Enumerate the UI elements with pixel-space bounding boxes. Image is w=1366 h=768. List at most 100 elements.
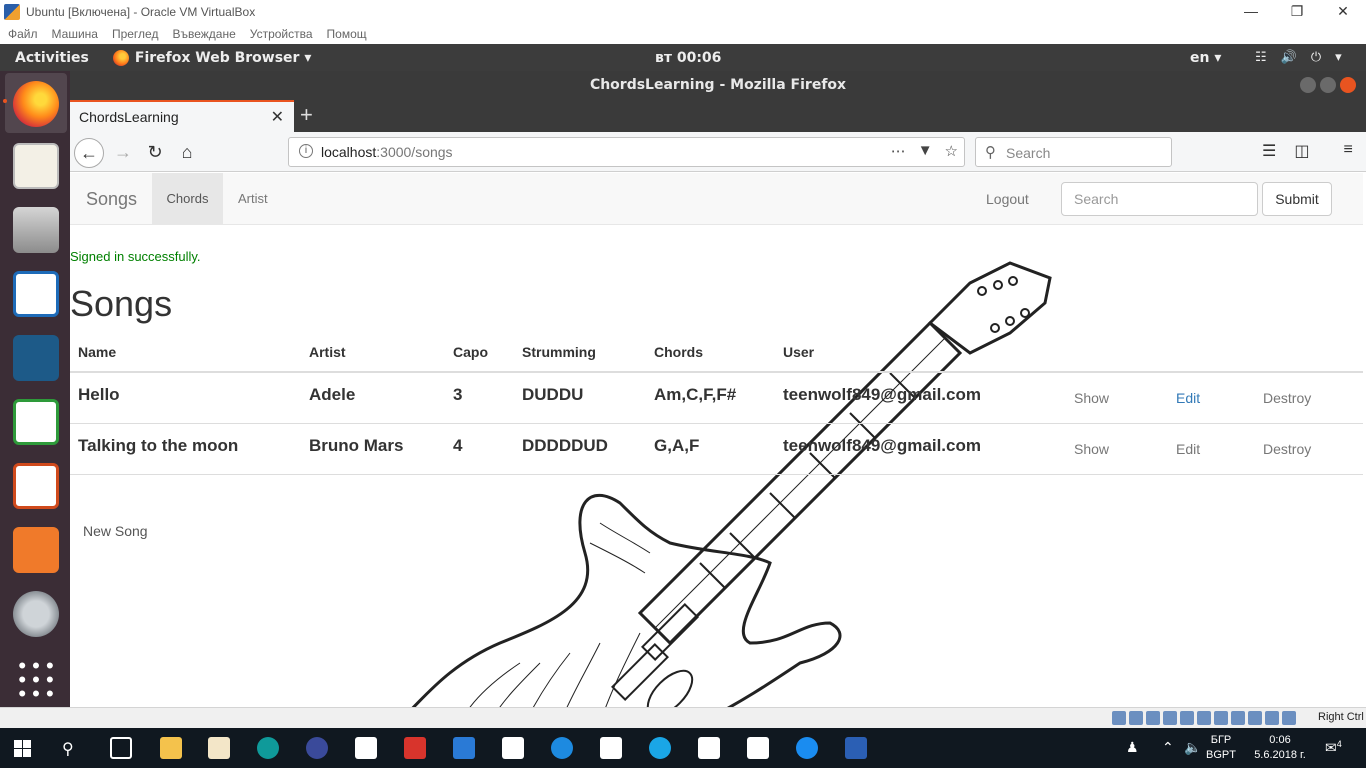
destroy-link[interactable]: Destroy [1263,390,1311,406]
forward-button[interactable]: → [108,138,138,168]
network-icon[interactable] [1163,711,1177,725]
file-manager-icon[interactable] [208,737,230,759]
menu-devices[interactable]: Устройства [250,27,313,41]
menu-view[interactable]: Преглед [112,27,159,41]
site-info-icon[interactable]: i [299,144,313,158]
url-path: :3000/songs [376,144,453,160]
app-grid-icon[interactable]: • • • • • • • • • [13,655,59,705]
usb-icon[interactable] [1180,711,1194,725]
reload-button[interactable]: ↻ [140,138,170,168]
bookmark-star-icon[interactable]: ☆ [945,142,958,160]
language-indicator[interactable]: БГР BGPT [1206,733,1236,763]
shared-folders-icon[interactable] [1197,711,1211,725]
url-host: localhost [321,144,377,160]
task-view-icon[interactable] [110,737,132,759]
settings-icon[interactable] [13,591,59,637]
search-icon[interactable]: ⚲ [62,739,74,759]
pocket-icon[interactable]: ▼ [918,142,933,160]
show-link[interactable]: Show [1074,441,1109,457]
mysql-workbench-icon[interactable] [13,335,59,381]
nav-link-artist[interactable]: Artist [238,191,268,206]
messenger-icon[interactable] [796,737,818,759]
files-icon[interactable] [13,207,59,253]
notifications-icon[interactable]: ✉4 [1325,739,1342,757]
word-icon[interactable] [845,737,867,759]
document-icon[interactable] [355,737,377,759]
submit-button[interactable]: Submit [1262,182,1332,216]
app-menu[interactable]: Firefox Web Browser ▾ [112,49,311,66]
library-icon[interactable]: ☰ [1262,141,1276,161]
chevron-up-icon[interactable]: ⌃ [1162,739,1174,756]
minimize-button[interactable] [1300,77,1316,93]
photos-icon[interactable] [747,737,769,759]
toolbar-right: ☰ ◫ ≡ [1262,141,1353,161]
system-tray[interactable]: ☷ 🔊 ⏻ ▾ [1255,50,1342,65]
taskbar-date: 5.6.2018 г. [1254,749,1306,761]
writer-icon[interactable] [13,271,59,317]
chevron-down-icon: ▾ [1335,50,1342,65]
clock[interactable]: вт 00:06 [655,50,721,66]
firefox-icon[interactable] [13,81,59,127]
column-header-user: User [783,344,815,360]
close-button[interactable] [1340,77,1356,93]
hamburger-menu-icon[interactable]: ≡ [1343,141,1352,161]
mouse-integration-icon[interactable] [1265,711,1279,725]
sidebar-icon[interactable]: ◫ [1294,141,1309,161]
nav-link-chords[interactable]: Chords [152,173,223,224]
cpu-icon[interactable] [1248,711,1262,725]
popcorn-icon[interactable] [404,737,426,759]
edge-icon[interactable] [551,737,573,759]
new-song-link[interactable]: New Song [83,523,148,539]
eclipse-icon[interactable] [306,737,328,759]
display-icon[interactable] [1214,711,1228,725]
browser-search-box[interactable]: ⚲ Search [975,137,1172,167]
impress-icon[interactable] [13,463,59,509]
edit-link[interactable]: Edit [1176,390,1200,406]
edit-link[interactable]: Edit [1176,441,1200,457]
notes-icon[interactable] [600,737,622,759]
mail-icon[interactable] [698,737,720,759]
menu-input[interactable]: Въвеждане [172,27,235,41]
close-button[interactable]: ✕ [1320,0,1366,24]
audio-icon[interactable] [1146,711,1160,725]
page-title: Songs [70,283,173,324]
menu-help[interactable]: Помощ [327,27,367,41]
back-button[interactable]: ← [74,138,104,168]
close-tab-icon[interactable]: ✕ [271,107,284,127]
new-tab-button[interactable]: + [300,102,313,128]
tab-chordslearning[interactable]: ChordsLearning ✕ [70,100,294,132]
recording-icon[interactable] [1231,711,1245,725]
arduino-icon[interactable] [257,737,279,759]
language-indicator[interactable]: en ▾ [1190,50,1221,66]
song-name: Talking to the moon [78,436,239,455]
restore-button[interactable]: ❐ [1274,0,1320,24]
skype-icon[interactable] [649,737,671,759]
software-center-icon[interactable] [13,527,59,573]
firefox-window-controls [1300,77,1356,93]
menu-machine[interactable]: Машина [52,27,98,41]
logout-link[interactable]: Logout [986,191,1029,207]
volume-icon[interactable]: 🔈 [1184,739,1201,756]
menu-file[interactable]: Файл [8,27,38,41]
brand-link[interactable]: Songs [86,189,137,210]
yandex-browser-icon[interactable] [502,737,524,759]
activities-button[interactable]: Activities [15,50,89,66]
url-bar[interactable]: i localhost:3000/songs ⋯ ▼ ☆ [288,137,965,167]
text-editor-icon[interactable] [13,143,59,189]
maximize-button[interactable] [1320,77,1336,93]
site-search-input[interactable]: Search [1061,182,1258,216]
optical-drive-icon[interactable] [1129,711,1143,725]
minimize-button[interactable]: — [1228,0,1274,24]
page-actions-icon[interactable]: ⋯ [891,142,906,160]
hard-disk-icon[interactable] [1112,711,1126,725]
people-icon[interactable]: ♟ [1126,739,1139,756]
virtualbox-icon[interactable] [453,737,475,759]
taskbar-clock[interactable]: 0:06 5.6.2018 г. [1250,733,1310,763]
destroy-link[interactable]: Destroy [1263,441,1311,457]
file-explorer-icon[interactable] [160,737,182,759]
calc-icon[interactable] [13,399,59,445]
home-button[interactable]: ⌂ [172,138,202,168]
keyboard-icon[interactable] [1282,711,1296,725]
windows-start-icon[interactable] [14,740,31,757]
show-link[interactable]: Show [1074,390,1109,406]
